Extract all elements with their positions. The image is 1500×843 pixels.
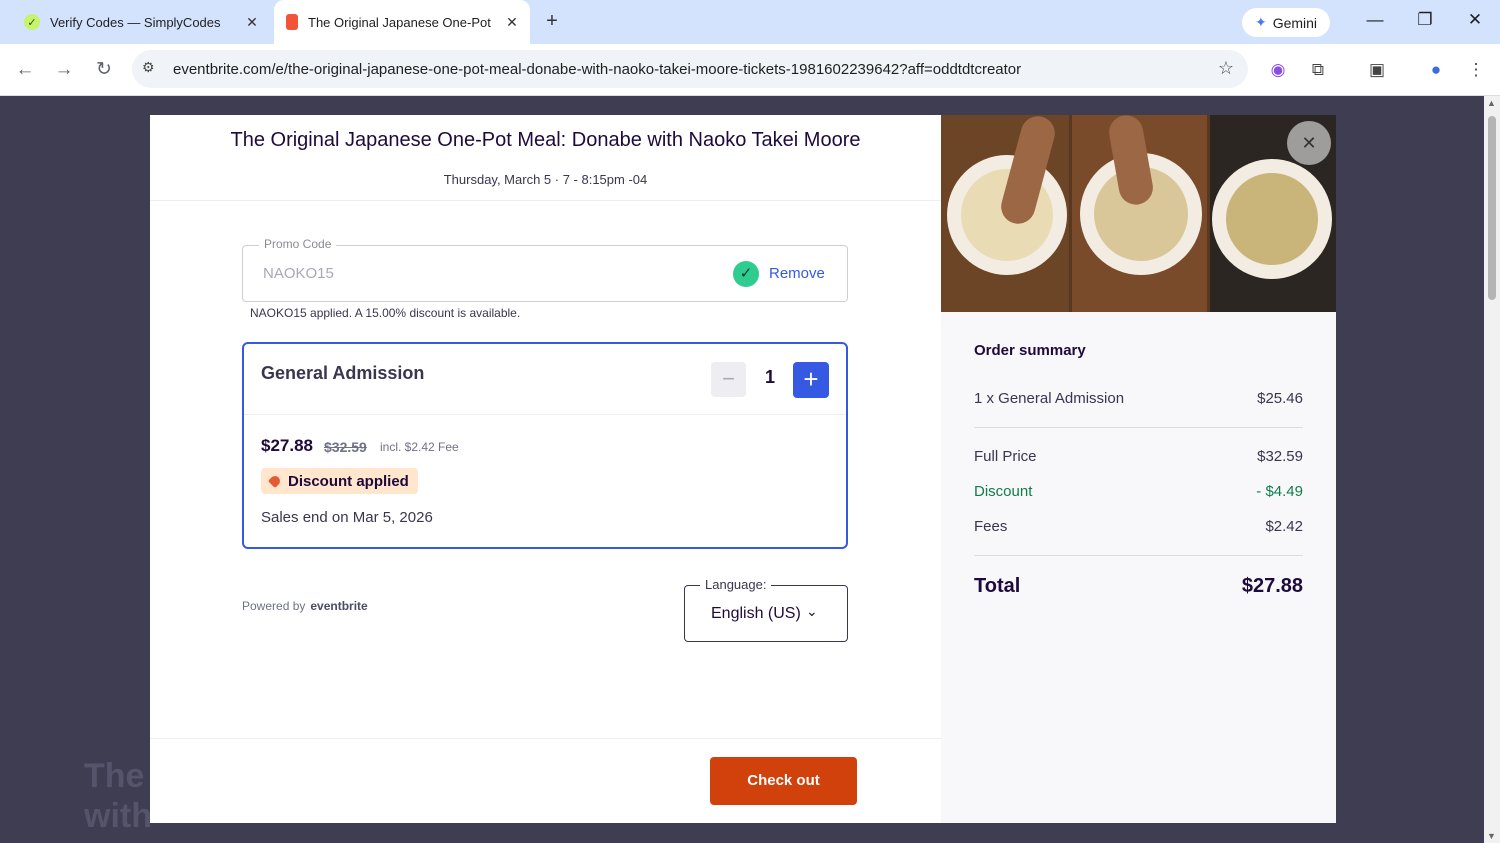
ticket-divider bbox=[244, 414, 846, 415]
ticket-card: General Admission − 1 + $27.88 $32.59 in… bbox=[242, 342, 848, 549]
quantity-increase-button[interactable]: + bbox=[793, 362, 829, 398]
language-value: English (US) bbox=[711, 605, 801, 622]
discount-value: - $4.49 bbox=[1256, 483, 1303, 500]
checkout-main-panel: The Original Japanese One-Pot Meal: Dona… bbox=[150, 115, 941, 823]
new-tab-button[interactable]: + bbox=[540, 10, 564, 33]
gemini-label: Gemini bbox=[1272, 14, 1318, 31]
reload-icon[interactable]: ↻ bbox=[91, 57, 117, 83]
ticket-price: $27.88 bbox=[261, 436, 313, 455]
photo-panel bbox=[941, 115, 1069, 312]
back-icon[interactable]: ← bbox=[12, 57, 38, 83]
photo-bowl bbox=[1212, 159, 1332, 279]
language-select[interactable]: Language: English (US) ⌄ bbox=[684, 577, 848, 642]
browser-toolbar: ← → ↻ ⚙ eventbrite.com/e/the-original-ja… bbox=[0, 44, 1500, 96]
bookmark-star-icon[interactable]: ☆ bbox=[1218, 58, 1234, 79]
full-price-label: Full Price bbox=[974, 448, 1037, 465]
summary-item-row: 1 x General Admission $25.46 bbox=[974, 390, 1303, 407]
quantity-value: 1 bbox=[764, 367, 775, 387]
fees-row: Fees $2.42 bbox=[974, 518, 1303, 535]
background-event-title: The with bbox=[84, 756, 152, 836]
eventbrite-logo[interactable]: eventbrite bbox=[310, 599, 367, 613]
restore-icon[interactable]: ❐ bbox=[1410, 10, 1440, 30]
powered-by: Powered by eventbrite bbox=[242, 599, 368, 613]
tab-title: The Original Japanese One-Pot bbox=[308, 14, 491, 30]
footer-divider bbox=[150, 738, 941, 739]
promo-applied-note: NAOKO15 applied. A 15.00% discount is av… bbox=[250, 306, 521, 320]
full-price-value: $32.59 bbox=[1257, 448, 1303, 465]
sales-end-text: Sales end on Mar 5, 2026 bbox=[261, 509, 433, 526]
address-bar[interactable]: ⚙ eventbrite.com/e/the-original-japanese… bbox=[132, 50, 1248, 88]
close-window-icon[interactable]: ✕ bbox=[1460, 10, 1490, 30]
gemini-button[interactable]: ✦ Gemini bbox=[1242, 8, 1330, 37]
header-divider bbox=[150, 200, 941, 201]
discount-label: Discount bbox=[974, 483, 1033, 500]
profile-avatar[interactable]: ● bbox=[1424, 58, 1448, 82]
discount-badge: Discount applied bbox=[261, 468, 418, 494]
tab-simplycodes[interactable]: ✓ Verify Codes — SimplyCodes ✕ bbox=[12, 0, 270, 44]
fees-value: $2.42 bbox=[1265, 518, 1303, 535]
background-title-line: with bbox=[84, 797, 152, 835]
summary-item-label: 1 x General Admission bbox=[974, 390, 1125, 407]
check-icon: ✓ bbox=[733, 261, 759, 287]
simplycodes-icon: ✓ bbox=[24, 14, 40, 30]
summary-item-price: $25.46 bbox=[1257, 390, 1303, 407]
tag-icon bbox=[267, 473, 283, 489]
total-label: Total bbox=[974, 575, 1021, 597]
url-text[interactable]: eventbrite.com/e/the-original-japanese-o… bbox=[173, 61, 1021, 78]
discount-badge-label: Discount applied bbox=[288, 472, 409, 490]
tab-search-icon[interactable]: ▣ bbox=[1365, 58, 1389, 82]
promo-code-label: Promo Code bbox=[259, 237, 337, 251]
site-info-icon[interactable]: ⚙ bbox=[142, 59, 155, 76]
ticket-fee: incl. $2.42 Fee bbox=[380, 440, 459, 454]
background-title-line: The bbox=[84, 757, 145, 795]
scroll-up-icon[interactable]: ▲ bbox=[1487, 98, 1496, 108]
full-price-row: Full Price $32.59 bbox=[974, 448, 1303, 465]
event-date: Thursday, March 5 · 7 - 8:15pm -04 bbox=[443, 172, 648, 187]
order-summary-panel: ✕ Order summary 1 x General Admission $2… bbox=[941, 115, 1336, 823]
event-photo: ✕ bbox=[941, 115, 1336, 312]
browser-tab-bar: ✓ Verify Codes — SimplyCodes ✕ The Origi… bbox=[0, 0, 1500, 44]
minimize-icon[interactable]: — bbox=[1360, 10, 1390, 30]
checkout-button[interactable]: Check out bbox=[710, 757, 857, 805]
forward-icon[interactable]: → bbox=[51, 57, 77, 83]
close-tab-icon[interactable]: ✕ bbox=[240, 14, 264, 31]
ticket-name: General Admission bbox=[261, 363, 425, 383]
promo-code-value: NAOKO15 bbox=[263, 265, 334, 282]
ticket-original-price: $32.59 bbox=[324, 439, 367, 455]
tab-eventbrite[interactable]: The Original Japanese One-Pot ✕ bbox=[274, 0, 530, 44]
close-modal-button[interactable]: ✕ bbox=[1287, 121, 1331, 165]
summary-divider bbox=[974, 427, 1303, 428]
discount-row: Discount - $4.49 bbox=[974, 483, 1303, 500]
menu-dots-icon[interactable]: ⋮ bbox=[1464, 58, 1488, 82]
total-row: Total $27.88 bbox=[974, 575, 1303, 598]
checkout-modal: The Original Japanese One-Pot Meal: Dona… bbox=[150, 115, 1336, 823]
remove-promo-button[interactable]: Remove bbox=[769, 265, 825, 282]
promo-code-field[interactable]: Promo Code NAOKO15 ✓ Remove bbox=[242, 237, 848, 302]
gemini-icon: ✦ bbox=[1254, 14, 1267, 30]
quantity-decrease-button[interactable]: − bbox=[711, 362, 746, 397]
order-summary-title: Order summary bbox=[974, 342, 1086, 359]
extension-icon[interactable]: ◉ bbox=[1266, 58, 1290, 82]
summary-divider bbox=[974, 555, 1303, 556]
eventbrite-icon bbox=[286, 14, 298, 30]
page-scrollbar[interactable]: ▲ ▼ bbox=[1484, 96, 1500, 843]
scroll-down-icon[interactable]: ▼ bbox=[1487, 831, 1496, 841]
photo-panel bbox=[1072, 115, 1207, 312]
chevron-down-icon: ⌄ bbox=[806, 603, 818, 619]
scrollbar-thumb[interactable] bbox=[1488, 116, 1496, 300]
extensions-puzzle-icon[interactable]: ⧉ bbox=[1306, 58, 1330, 82]
total-value: $27.88 bbox=[1241, 575, 1303, 597]
tab-title: Verify Codes — SimplyCodes bbox=[50, 14, 221, 30]
close-tab-icon[interactable]: ✕ bbox=[500, 14, 524, 31]
event-title: The Original Japanese One-Pot Meal: Dona… bbox=[230, 129, 861, 151]
language-label: Language: bbox=[700, 577, 772, 592]
powered-by-label: Powered by bbox=[242, 599, 306, 613]
fees-label: Fees bbox=[974, 518, 1008, 535]
